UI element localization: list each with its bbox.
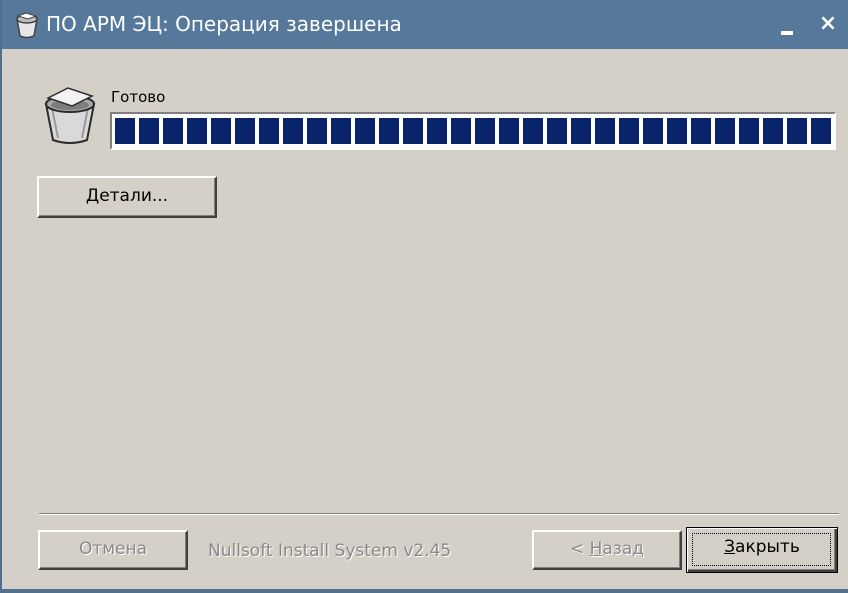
status-label: Готово — [111, 88, 166, 106]
close-window-button[interactable]: × — [814, 10, 842, 38]
back-button[interactable]: < Назад — [532, 530, 682, 570]
back-accel: Н — [589, 539, 603, 559]
installer-window: ПО АРМ ЭЦ: Операция завершена × Готово Д… — [0, 0, 848, 593]
recycle-bin-icon — [44, 87, 96, 144]
minimize-icon — [781, 31, 793, 35]
close-button[interactable]: Закрыть — [686, 527, 838, 573]
back-prefix: < — [569, 539, 590, 559]
details-button[interactable]: Детали... — [37, 176, 217, 218]
branding-text: Nullsoft Install System v2.45 — [208, 541, 452, 561]
cancel-button[interactable]: Отмена — [38, 530, 188, 570]
details-accel: Д — [85, 186, 100, 206]
progress-bar — [110, 112, 836, 150]
window-title: ПО АРМ ЭЦ: Операция завершена — [46, 12, 402, 36]
cancel-label: Отмена — [78, 539, 148, 559]
progress-fill — [115, 118, 831, 144]
focus-rectangle — [692, 533, 831, 566]
back-label: азад — [602, 539, 645, 559]
recycle-bin-icon — [16, 12, 38, 39]
close-icon: × — [818, 11, 838, 36]
footer-divider — [39, 513, 839, 515]
details-label: етали... — [99, 186, 169, 206]
minimize-button[interactable] — [774, 10, 802, 38]
title-bar[interactable]: ПО АРМ ЭЦ: Операция завершена × — [2, 0, 848, 49]
